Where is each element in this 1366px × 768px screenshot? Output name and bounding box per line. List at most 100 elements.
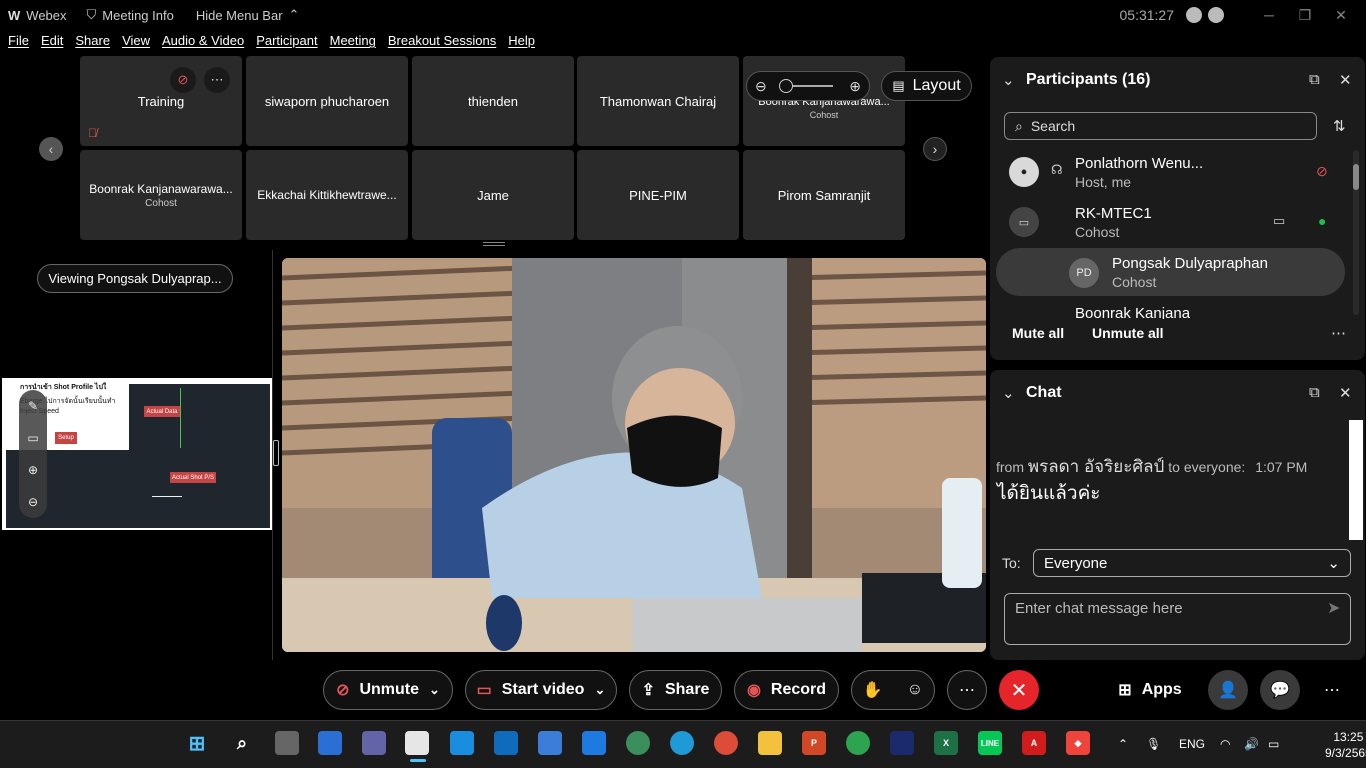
excel-icon[interactable]: X [934, 731, 958, 755]
participant-tile[interactable]: Jame [412, 150, 574, 240]
participant-tile[interactable]: Boonrak Kanjanawarawa... Cohost [743, 56, 905, 146]
raise-hand-icon[interactable]: ✋ [863, 680, 883, 700]
active-speaker-video[interactable] [282, 258, 986, 652]
more-button[interactable]: ⋯ [947, 670, 987, 710]
acrobat-icon[interactable]: A [1022, 731, 1046, 755]
zoom-in-icon[interactable]: ⊕ [28, 463, 38, 477]
close-window-button[interactable]: ✕ [1326, 7, 1356, 24]
menu-edit[interactable]: Edit [41, 33, 63, 55]
restore-button[interactable]: ❐ [1290, 7, 1320, 24]
apps-button[interactable]: ⊞ Apps [1106, 670, 1194, 710]
zoom-knob[interactable] [779, 79, 793, 93]
teams-chat-icon[interactable] [362, 731, 386, 755]
participant-tile[interactable]: Ekkachai Kittikhewtrawe... [246, 150, 408, 240]
language-indicator[interactable]: ENG [1179, 737, 1205, 751]
calendar-icon[interactable] [582, 731, 606, 755]
participant-tile[interactable]: Boonrak Kanjanawarawa... Cohost [80, 150, 242, 240]
menu-help[interactable]: Help [508, 33, 535, 55]
globe-icon[interactable] [626, 731, 650, 755]
anydesk-icon[interactable]: ◆ [1066, 731, 1090, 755]
record-button[interactable]: ◉ Record [734, 670, 839, 710]
mail-icon[interactable] [494, 731, 518, 755]
collapse-chevron-icon[interactable]: ⌄ [1002, 71, 1015, 89]
zoom-out-icon[interactable]: ⊖ [755, 78, 767, 95]
meeting-info-button[interactable]: ⛉ Meeting Info [87, 7, 174, 23]
active-mic-icon[interactable]: ● [1318, 213, 1326, 229]
zoom-out-icon[interactable]: ⊖ [28, 495, 38, 509]
participant-tile[interactable]: Thamonwan Chairaj [577, 56, 739, 146]
notes-icon[interactable] [450, 731, 474, 755]
webex-meetings-icon[interactable] [890, 731, 914, 755]
fit-screen-icon[interactable]: ▭ [27, 431, 38, 445]
participants-toggle-button[interactable]: 👤 [1208, 670, 1248, 710]
chrome-icon[interactable] [714, 731, 738, 755]
menu-meeting[interactable]: Meeting [330, 33, 376, 55]
unmute-all-button[interactable]: Unmute all [1092, 325, 1164, 341]
wifi-icon[interactable]: ◠ [1220, 737, 1230, 751]
tile-more-button[interactable]: ⋯ [204, 67, 230, 93]
participant-tile[interactable]: siwaporn phucharoen [246, 56, 408, 146]
popout-icon[interactable]: ⧉ [1309, 71, 1320, 88]
zoom-slider[interactable]: ⊖ ⊕ [746, 71, 870, 101]
start-icon[interactable]: ⊞ [185, 731, 209, 755]
participant-tile[interactable]: Pirom Samranjit [743, 150, 905, 240]
minimize-button[interactable]: ─ [1254, 7, 1284, 23]
start-video-button[interactable]: ▭ Start video ⌄ [465, 670, 617, 710]
mute-all-button[interactable]: Mute all [1012, 325, 1064, 341]
video-camera-icon[interactable]: ▭ [1273, 213, 1285, 229]
system-clock[interactable]: 13:25 9/3/2565 [1325, 729, 1366, 761]
battery-icon[interactable]: ▭ [1268, 737, 1279, 751]
next-page-arrow[interactable]: › [923, 137, 947, 161]
sort-icon[interactable]: ⇅ [1333, 117, 1346, 135]
unmute-button[interactable]: ⊘ Unmute ⌄ [323, 670, 453, 710]
widgets-icon[interactable] [318, 731, 342, 755]
stage-resize-handle[interactable] [483, 242, 505, 246]
popout-icon[interactable]: ⧉ [1309, 384, 1320, 401]
file-explorer-icon[interactable] [758, 731, 782, 755]
participants-scrollbar[interactable] [1353, 150, 1359, 315]
chat-message-input[interactable]: Enter chat message here [1004, 593, 1351, 645]
line-icon[interactable]: LINE [978, 731, 1002, 755]
calculator-icon[interactable] [538, 731, 562, 755]
more-options-icon[interactable]: ⋯ [1331, 324, 1346, 342]
menu-participant[interactable]: Participant [256, 33, 317, 55]
layout-button[interactable]: ▤ Layout [881, 71, 972, 101]
participant-tile[interactable]: PINE-PIM [577, 150, 739, 240]
menu-breakout-sessions[interactable]: Breakout Sessions [388, 33, 496, 55]
menu-share[interactable]: Share [75, 33, 110, 55]
volume-icon[interactable]: 🔊 [1244, 737, 1259, 751]
participant-tile[interactable]: thienden [412, 56, 574, 146]
close-icon[interactable]: ✕ [1339, 384, 1352, 402]
share-button[interactable]: ⇪ Share [629, 670, 722, 710]
chat-toggle-button[interactable]: 💬 [1260, 670, 1300, 710]
task-view-icon[interactable] [275, 731, 299, 755]
microphone-icon[interactable]: 🎙 [1146, 737, 1161, 751]
send-icon[interactable]: ➤ [1327, 598, 1340, 618]
search-icon[interactable]: ⌕ [230, 731, 254, 755]
webex-taskbar-icon[interactable] [405, 731, 429, 755]
chat-scrollbar[interactable] [1349, 420, 1363, 540]
participant-search-input[interactable]: ⌕ Search [1004, 112, 1317, 140]
menu-audio-video[interactable]: Audio & Video [162, 33, 244, 55]
tile-mute-button[interactable]: ⊘ [170, 67, 196, 93]
participant-row[interactable] [996, 198, 1345, 246]
close-icon[interactable]: ✕ [1339, 71, 1352, 89]
more-options-button[interactable]: ⋯ [1312, 670, 1352, 710]
chevron-up-icon[interactable]: ⌃ [1118, 737, 1128, 751]
pane-splitter[interactable] [273, 440, 279, 466]
powerpoint-icon[interactable]: P [802, 731, 826, 755]
reactions-icon[interactable]: ☺ [907, 681, 923, 699]
chrome-profile-icon[interactable] [846, 731, 870, 755]
viewing-indicator[interactable]: Viewing Pongsak Dulyaprap... [37, 264, 233, 293]
network-status-icon[interactable] [1186, 7, 1202, 23]
muted-mic-icon[interactable]: ⊘ [1316, 163, 1328, 180]
menu-view[interactable]: View [122, 33, 150, 55]
zoom-in-icon[interactable]: ⊕ [849, 78, 861, 95]
stats-icon[interactable] [1208, 7, 1224, 23]
hide-menu-bar-button[interactable]: Hide Menu Bar ⌃ [196, 7, 300, 23]
annotate-icon[interactable]: ✎ [28, 399, 38, 413]
end-call-button[interactable]: ✕ [999, 670, 1039, 710]
edge-icon[interactable] [670, 731, 694, 755]
recipient-select[interactable]: Everyone ⌄ [1033, 549, 1351, 577]
menu-file[interactable]: File [8, 33, 29, 55]
